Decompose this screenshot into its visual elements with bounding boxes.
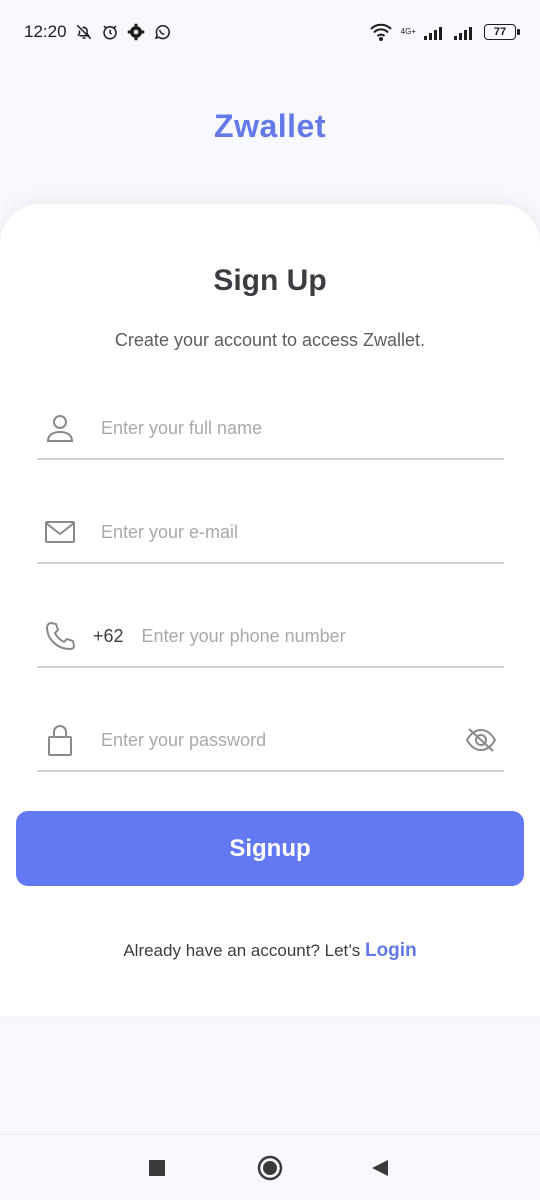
home-icon[interactable] bbox=[257, 1155, 283, 1181]
full-name-field bbox=[37, 398, 504, 460]
wifi-icon bbox=[369, 23, 393, 41]
mail-icon bbox=[45, 517, 75, 547]
signal-icon bbox=[424, 23, 446, 41]
battery-icon: 77 bbox=[484, 24, 520, 40]
user-icon bbox=[45, 413, 75, 443]
status-bar: 12:20 4G+ 77 bbox=[0, 0, 540, 64]
page-subtitle: Create your account to access Zwallet. bbox=[114, 330, 426, 350]
status-time: 12:20 bbox=[24, 22, 67, 41]
signup-button[interactable]: Signup bbox=[16, 811, 524, 886]
login-prompt-text: Already have an account? Let’s bbox=[123, 941, 361, 960]
login-prompt: Already have an account? Let’s Login bbox=[0, 940, 540, 962]
login-link[interactable]: Login bbox=[365, 940, 417, 961]
bell-off-icon bbox=[75, 23, 93, 41]
phone-prefix: +62 bbox=[93, 625, 124, 646]
email-input[interactable] bbox=[101, 512, 504, 552]
alarm-icon bbox=[101, 23, 119, 41]
phone-field: +62 bbox=[37, 606, 504, 668]
whatsapp-icon bbox=[153, 23, 171, 41]
full-name-input[interactable] bbox=[101, 408, 504, 448]
page-title: Sign Up bbox=[213, 264, 327, 297]
recents-icon[interactable] bbox=[148, 1159, 166, 1177]
password-field bbox=[37, 710, 504, 772]
status-right: 4G+ 77 bbox=[369, 23, 520, 41]
signal-icon bbox=[454, 23, 476, 41]
phone-input[interactable] bbox=[141, 616, 504, 656]
nav-bar bbox=[0, 1134, 540, 1200]
password-input[interactable] bbox=[101, 720, 464, 760]
lock-icon bbox=[45, 725, 75, 756]
eye-off-icon[interactable] bbox=[464, 725, 498, 755]
phone-icon bbox=[45, 621, 75, 651]
signup-card: Sign Up Create your account to access Zw… bbox=[0, 204, 540, 1016]
back-icon[interactable] bbox=[370, 1158, 390, 1178]
network-label: 4G+ bbox=[400, 27, 416, 36]
email-field bbox=[37, 502, 504, 564]
status-left: 12:20 bbox=[24, 22, 171, 42]
gear-icon bbox=[127, 23, 145, 41]
brand-title: Zwallet bbox=[214, 108, 326, 144]
